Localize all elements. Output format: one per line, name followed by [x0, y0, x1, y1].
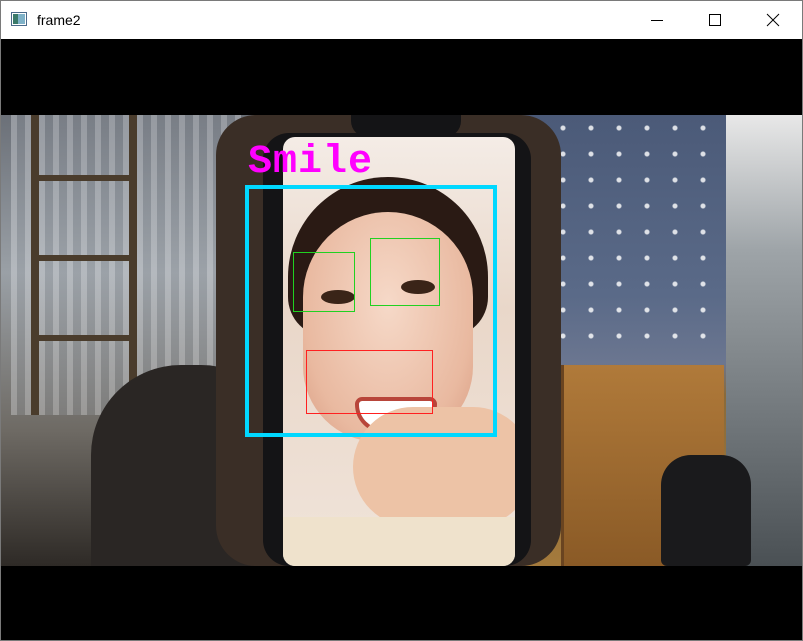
bunk-ladder [31, 115, 137, 415]
close-button[interactable] [744, 1, 802, 39]
window-title: frame2 [37, 12, 81, 28]
eye-detection-box-left [293, 252, 355, 312]
sweater [283, 517, 515, 566]
smile-detection-label: Smile [248, 140, 374, 185]
maximize-icon [709, 14, 721, 26]
maximize-button[interactable] [686, 1, 744, 39]
app-window-icon [11, 12, 27, 26]
close-icon [766, 13, 780, 27]
minimize-icon [651, 20, 663, 21]
black-bag [661, 455, 751, 566]
title-bar[interactable]: frame2 [1, 1, 802, 39]
phone-notch [351, 115, 461, 137]
minimize-button[interactable] [628, 1, 686, 39]
ladder-rung [39, 255, 129, 261]
ladder-rung [39, 335, 129, 341]
video-frame: Smile [1, 39, 802, 640]
app-window: frame2 Smile [0, 0, 803, 641]
eye-detection-box-right [370, 238, 440, 306]
ladder-rung [39, 175, 129, 181]
smile-detection-box [306, 350, 433, 414]
